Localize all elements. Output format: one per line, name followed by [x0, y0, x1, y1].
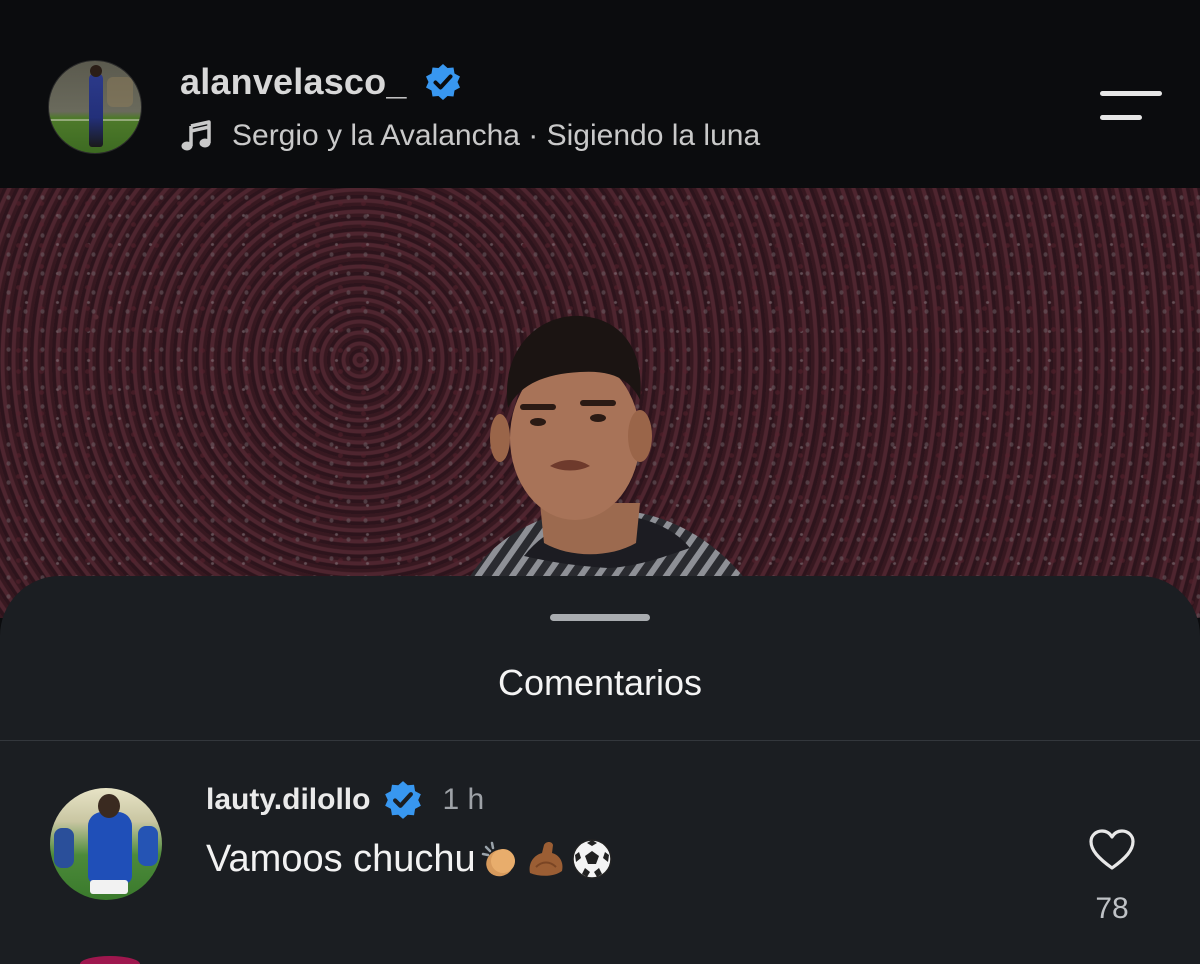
comments-sheet: Comentarios lauty.dilollo 1 h Vamoos chu…	[0, 576, 1200, 964]
reel-screen: alanvelasco_ Sergio y la Avalancha · Sig…	[0, 0, 1200, 964]
audio-track-row[interactable]: Sergio y la Avalancha · Sigiendo la luna	[180, 116, 760, 156]
menu-icon[interactable]	[1098, 88, 1164, 128]
avatar-player-head	[90, 65, 102, 77]
comment-body: Vamoos chuchu	[206, 836, 614, 882]
audio-track-name: Sergio y la Avalancha · Sigiendo la luna	[232, 119, 761, 152]
comments-title: Comentarios	[497, 662, 703, 703]
flexed-biceps-emoji	[529, 842, 563, 876]
sheet-drag-handle[interactable]	[550, 614, 650, 621]
comment-text: Vamoos chuchu	[206, 837, 476, 880]
like-count: 78	[1095, 892, 1129, 925]
player-photo	[450, 315, 770, 618]
verified-badge-icon	[425, 64, 460, 100]
sheet-divider	[0, 740, 1200, 741]
post-photo[interactable]	[0, 188, 1200, 618]
comment-item[interactable]: lauty.dilollo 1 h Vamoos chuchu 78	[0, 776, 1200, 925]
profile-username[interactable]: alanvelasco_	[180, 61, 407, 103]
avatar-player-shorts	[90, 880, 128, 894]
avatar-player-body	[88, 812, 132, 884]
comment-timestamp: 1 h	[442, 783, 485, 816]
username-row[interactable]: alanvelasco_	[180, 60, 463, 104]
avatar-bg-player-left	[54, 828, 74, 868]
commenter-username[interactable]: lauty.dilollo	[206, 783, 370, 817]
soccer-ball-emoji	[571, 839, 612, 879]
heart-icon[interactable]	[1088, 828, 1136, 872]
music-note-icon	[181, 120, 211, 151]
avatar-club-badge	[107, 77, 133, 107]
profile-avatar[interactable]	[48, 60, 142, 154]
avatar-bg-player-right	[138, 826, 158, 866]
reel-header: alanvelasco_ Sergio y la Avalancha · Sig…	[0, 0, 1200, 188]
comment-meta: lauty.dilollo 1 h	[206, 778, 484, 822]
avatar-player-figure	[89, 73, 103, 147]
clapping-hands-emoji	[481, 841, 515, 877]
commenter-avatar[interactable]	[50, 788, 162, 900]
verified-badge-icon	[385, 781, 422, 819]
avatar-player-head	[98, 794, 120, 818]
